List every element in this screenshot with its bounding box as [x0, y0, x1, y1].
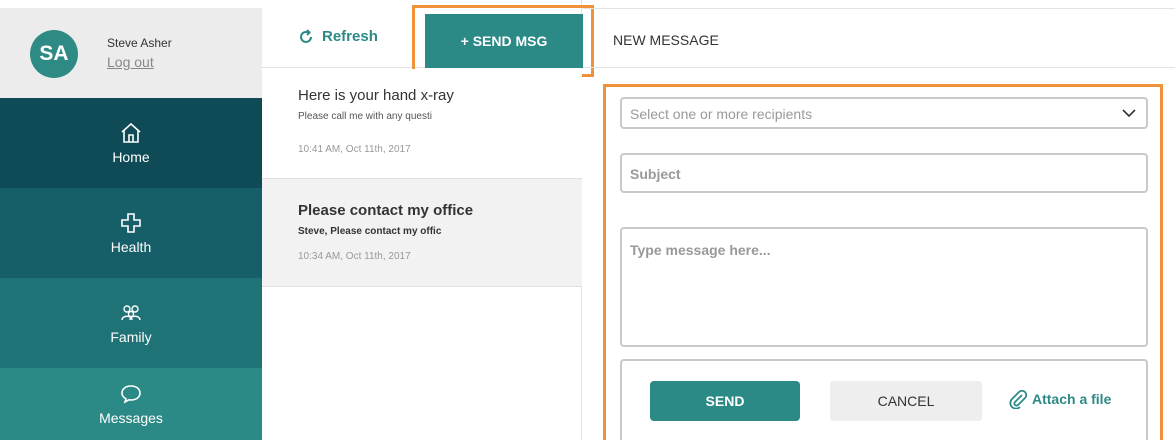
refresh-label: Refresh: [322, 28, 378, 45]
refresh-icon: [300, 28, 312, 43]
compose-form-highlight: Select one or more recipients Subject Ty…: [603, 84, 1163, 440]
logout-link[interactable]: Log out: [107, 54, 154, 70]
message-timestamp: 10:34 AM, Oct 11th, 2017: [298, 251, 411, 262]
compose-panel: NEW MESSAGE Select one or more recipient…: [583, 0, 1175, 440]
paperclip-icon: [1009, 389, 1028, 409]
message-body-field[interactable]: Type message here...: [620, 227, 1148, 347]
message-list-toolbar: Refresh + SEND MSG: [262, 5, 594, 77]
compose-header: NEW MESSAGE: [583, 8, 1175, 68]
message-title: Please contact my office: [298, 202, 474, 219]
message-timestamp: 10:41 AM, Oct 11th, 2017: [298, 144, 411, 155]
chat-bubble-icon: [121, 385, 141, 404]
sidebar: SA Steve Asher Log out Home Health Famil…: [0, 0, 273, 440]
recipients-select[interactable]: Select one or more recipients: [620, 97, 1148, 129]
send-button[interactable]: SEND: [650, 381, 800, 421]
attach-file-link[interactable]: Attach a file: [1008, 389, 1111, 409]
sidebar-item-messages[interactable]: Messages: [0, 368, 273, 440]
send-msg-button[interactable]: + SEND MSG: [425, 14, 583, 68]
sidebar-item-home[interactable]: Home: [0, 98, 262, 188]
home-icon: [121, 122, 141, 143]
cancel-button[interactable]: CANCEL: [830, 381, 982, 421]
recipients-placeholder: Select one or more recipients: [630, 106, 813, 122]
attach-label: Attach a file: [1032, 391, 1112, 407]
subject-field[interactable]: Subject: [620, 153, 1148, 193]
health-cross-icon: [121, 213, 141, 233]
send-msg-highlight: + SEND MSG: [412, 5, 594, 77]
profile-panel: SA Steve Asher Log out: [0, 0, 262, 98]
message-list-panel: Refresh + SEND MSG Here is your hand x-r…: [262, 0, 594, 440]
compose-actions: SEND CANCEL Attach a file: [620, 359, 1148, 440]
sidebar-item-label: Family: [110, 329, 152, 345]
app-root: SA Steve Asher Log out Home Health Famil…: [0, 0, 1175, 440]
message-title: Here is your hand x-ray: [298, 87, 454, 104]
list-item[interactable]: Please contact my office Steve, Please c…: [262, 179, 582, 287]
user-name: Steve Asher: [107, 36, 172, 50]
sidebar-item-label: Messages: [99, 410, 163, 426]
chevron-down-icon: [1122, 109, 1136, 118]
sidebar-item-family[interactable]: Family: [0, 278, 262, 368]
list-item[interactable]: Here is your hand x-ray Please call me w…: [262, 69, 582, 179]
family-icon: [121, 305, 141, 321]
message-preview: Please call me with any questi: [298, 111, 432, 122]
refresh-button[interactable]: Refresh: [298, 28, 378, 45]
message-preview: Steve, Please contact my offic: [298, 226, 442, 237]
sidebar-item-label: Health: [110, 239, 152, 255]
page-title: NEW MESSAGE: [613, 32, 719, 48]
sidebar-item-health[interactable]: Health: [0, 188, 262, 278]
sidebar-item-label: Home: [112, 149, 150, 165]
avatar: SA: [30, 30, 78, 78]
